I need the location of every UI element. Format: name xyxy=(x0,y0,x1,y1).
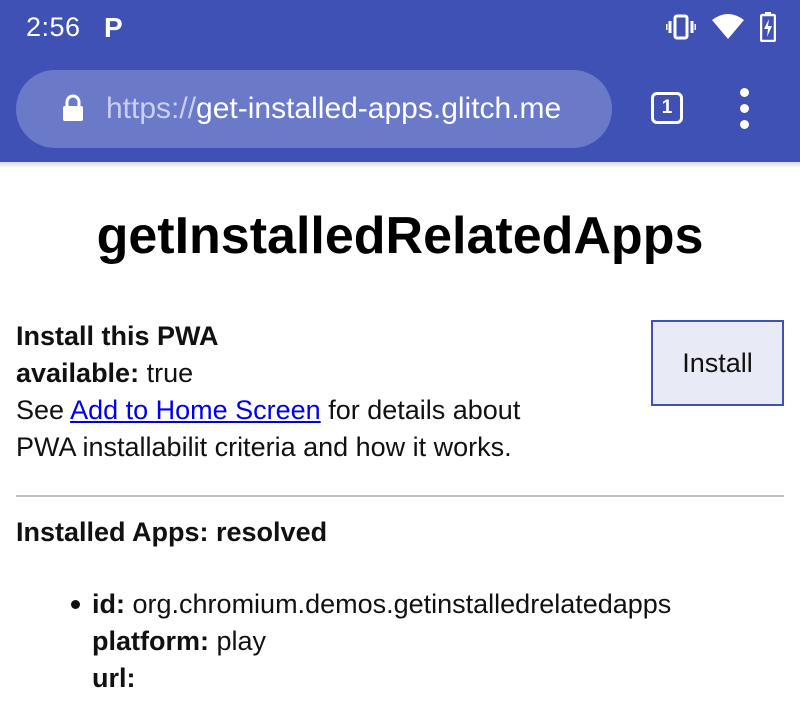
status-bar: 2:56 P xyxy=(0,0,800,58)
lock-icon xyxy=(62,94,84,127)
divider xyxy=(16,495,784,497)
url-host: get-installed-apps.glitch.me xyxy=(196,92,562,125)
app-id-value: org.chromium.demos.getinstalledrelatedap… xyxy=(132,589,672,619)
available-label: available: xyxy=(16,358,140,388)
menu-dot-icon xyxy=(740,104,749,113)
url-scheme: https:// xyxy=(106,92,197,125)
tab-count: 1 xyxy=(661,97,673,118)
page-title: getInstalledRelatedApps xyxy=(96,207,704,265)
battery-charging-icon xyxy=(759,12,777,47)
toolbar-shadow xyxy=(0,162,800,168)
bullet-icon xyxy=(71,600,80,609)
criteria-line: PWA installabilit criteria and how it wo… xyxy=(16,432,512,462)
url-bar[interactable]: https://get-installed-apps.glitch.me xyxy=(16,70,612,148)
status-time: 2:56 xyxy=(26,12,81,42)
app-platform-line: platform: play xyxy=(92,623,671,660)
install-heading: Install this PWA xyxy=(16,321,219,351)
available-value: true xyxy=(146,358,194,388)
details-line: See Add to Home Screen for details about xyxy=(16,392,636,429)
install-button[interactable]: Install xyxy=(651,320,784,406)
app-platform-value: play xyxy=(216,626,267,656)
app-id-line: id: org.chromium.demos.getinstalledrelat… xyxy=(92,586,671,623)
status-icons xyxy=(665,12,777,47)
see-text: See xyxy=(16,395,71,425)
app-url-line: url: xyxy=(92,660,671,697)
installed-apps-list: id: org.chromium.demos.getinstalledrelat… xyxy=(71,586,671,697)
browser-toolbar: https://get-installed-apps.glitch.me 1 xyxy=(0,58,800,162)
tab-switcher-button[interactable]: 1 xyxy=(651,92,683,124)
vibrate-icon xyxy=(665,13,697,46)
add-to-home-screen-link[interactable]: Add to Home Screen xyxy=(70,395,321,425)
installed-apps-heading: Installed Apps: resolved xyxy=(16,517,328,547)
overflow-menu-button[interactable] xyxy=(736,88,754,130)
wifi-icon xyxy=(712,14,744,45)
url-text: https://get-installed-apps.glitch.me xyxy=(106,92,561,126)
app-id-label: id: xyxy=(92,589,125,619)
available-line: available: true xyxy=(16,355,636,392)
notification-app-icon: P xyxy=(104,12,123,43)
after-link-text: for details about xyxy=(320,395,521,425)
menu-dot-icon xyxy=(740,88,749,97)
install-section: Install this PWA available: true See Add… xyxy=(16,318,636,466)
menu-dot-icon xyxy=(740,120,749,129)
app-url-label: url: xyxy=(92,663,136,693)
app-platform-label: platform: xyxy=(92,626,209,656)
list-item: id: org.chromium.demos.getinstalledrelat… xyxy=(71,586,671,697)
